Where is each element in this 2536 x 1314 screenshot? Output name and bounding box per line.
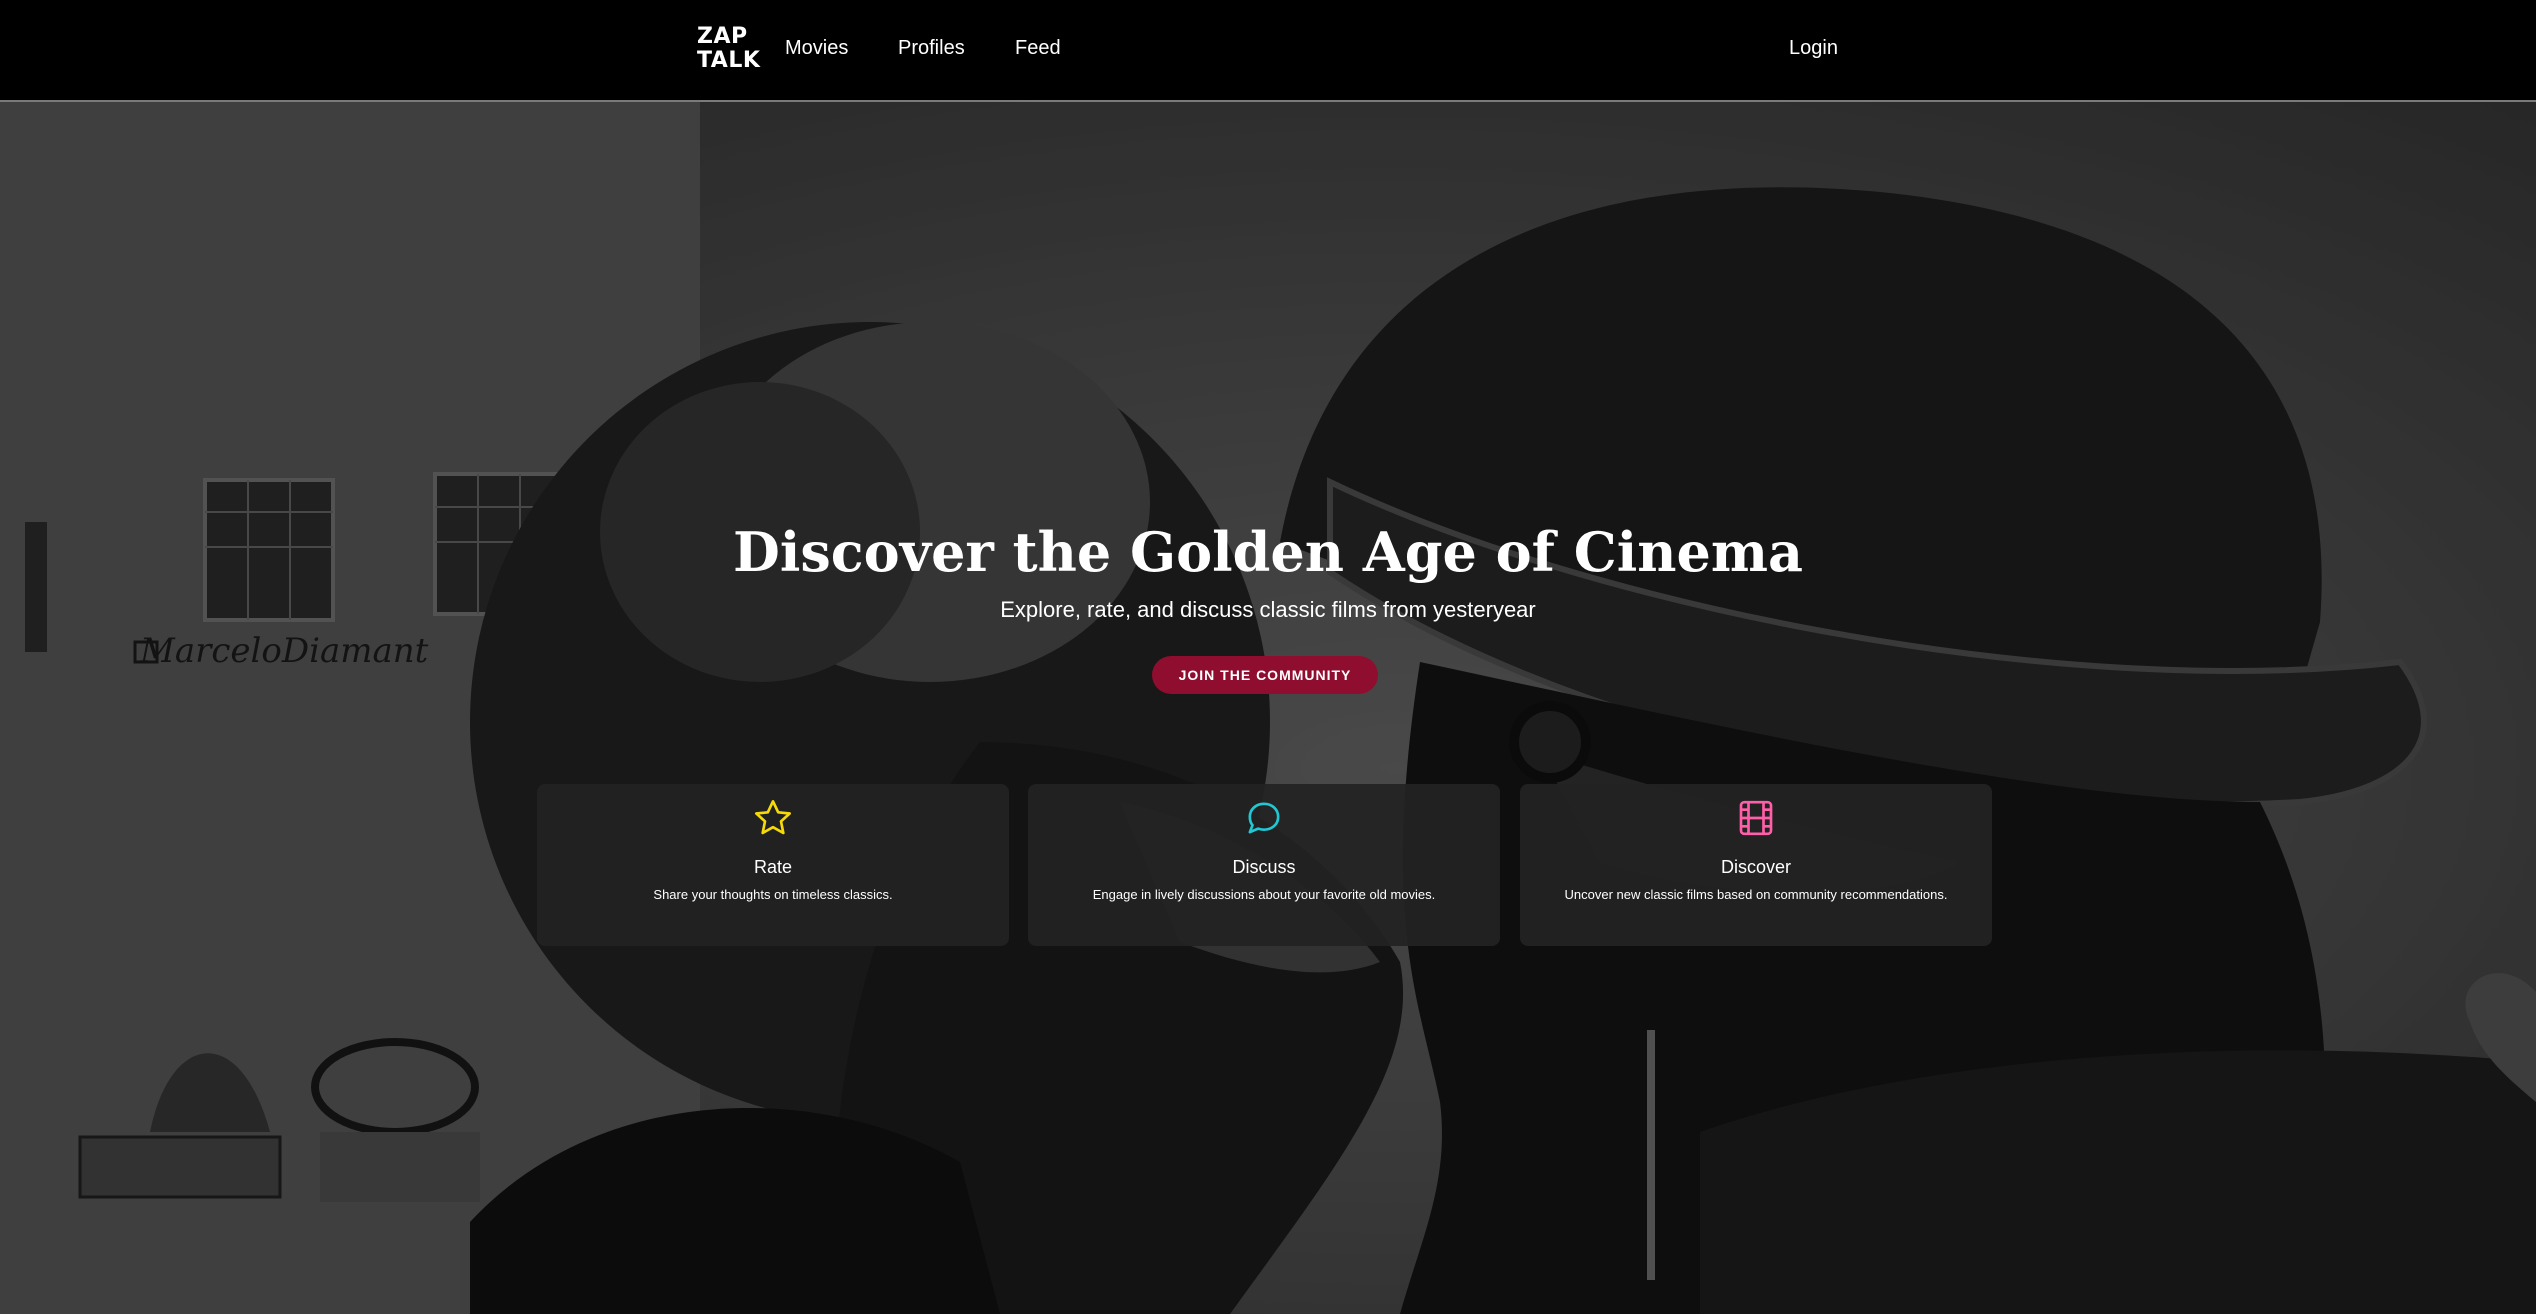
logo-line-2: TALK [697, 48, 761, 73]
logo-line-1: ZAP [697, 24, 748, 49]
nav-link-feed[interactable]: Feed [1015, 35, 1061, 61]
nav-link-movies[interactable]: Movies [785, 35, 848, 61]
feature-card-discover: Discover Uncover new classic films based… [1520, 784, 1992, 946]
top-navbar: ZAP TALK Movies Profiles Feed Login [0, 0, 2536, 102]
zaptalk-logo[interactable]: ZAP TALK [697, 24, 761, 73]
film-icon [1739, 800, 1773, 836]
card-title: Discover [1720, 857, 1791, 877]
card-title: Rate [753, 857, 793, 877]
login-link[interactable]: Login [1789, 35, 1838, 61]
nav-link-profiles[interactable]: Profiles [898, 35, 965, 61]
card-description: Share your thoughts on timeless classics… [653, 887, 893, 902]
card-description: Engage in lively discussions about your … [1092, 887, 1436, 902]
star-icon [755, 800, 791, 835]
hero-title: Discover the Golden Age of Cinema [733, 520, 1803, 584]
hero-section: MarceloDiamant Discover the Golden Age o… [0, 102, 2536, 1314]
hero-overlay [0, 102, 2536, 1314]
join-community-button[interactable]: JOIN THE COMMUNITY [1152, 656, 1378, 694]
card-title: Discuss [1232, 857, 1296, 877]
hero-subtitle: Explore, rate, and discuss classic films… [1000, 597, 1536, 622]
card-description: Uncover new classic films based on commu… [1564, 887, 1948, 902]
feature-card-rate: Rate Share your thoughts on timeless cla… [537, 784, 1009, 946]
chat-bubble-icon [1248, 802, 1280, 834]
feature-card-discuss: Discuss Engage in lively discussions abo… [1028, 784, 1500, 946]
